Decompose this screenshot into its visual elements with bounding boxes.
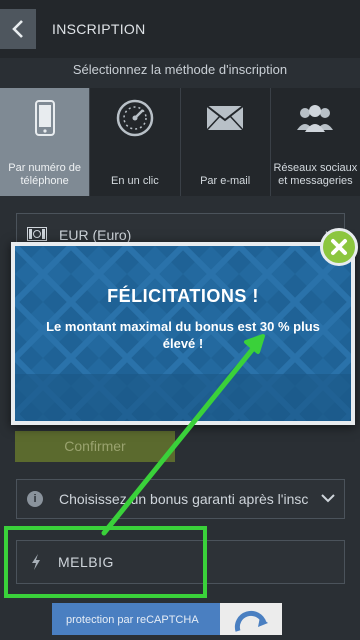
congratulations-dialog: FÉLICITATIONS ! Le montant maximal du bo…: [11, 242, 355, 425]
tab-phone[interactable]: Par numéro de téléphone: [0, 88, 91, 196]
registration-methods: Par numéro de téléphone En un clic Par e…: [0, 88, 360, 196]
recaptcha-label: protection par reCAPTCHA: [66, 614, 199, 626]
top-bar: INSCRIPTION: [0, 0, 360, 58]
tab-phone-label: Par numéro de téléphone: [8, 162, 81, 187]
method-prompt: Sélectionnez la méthode d'inscription: [72, 62, 288, 77]
page-title: INSCRIPTION: [52, 21, 146, 37]
info-icon: i: [27, 491, 43, 507]
recaptcha-badge[interactable]: protection par reCAPTCHA: [52, 603, 282, 635]
tab-one-click-label: En un clic: [111, 175, 159, 187]
close-dialog-button[interactable]: [320, 228, 358, 266]
tab-email[interactable]: Par e-mail: [180, 88, 271, 196]
envelope-icon: [203, 96, 247, 140]
bonus-select[interactable]: i Choisissez un bonus garanti après l'in…: [16, 479, 345, 519]
people-icon: [293, 96, 337, 140]
promo-highlight: [4, 526, 207, 598]
currency-value: EUR (Euro): [59, 227, 132, 243]
chevron-down-icon: [321, 494, 335, 503]
recaptcha-logo-icon: [220, 603, 282, 635]
back-button[interactable]: [0, 9, 36, 49]
banknote-icon: [27, 227, 47, 241]
tab-email-label: Par e-mail: [200, 175, 251, 187]
speedometer-icon: [113, 96, 157, 140]
dialog-title: FÉLICITATIONS !: [107, 286, 259, 306]
dialog-message: Le montant maximal du bonus est 30 % plu…: [46, 319, 320, 351]
tab-social-label: Réseaux sociaux et messageries: [273, 162, 358, 187]
tab-one-click[interactable]: En un clic: [90, 88, 181, 196]
chevron-left-icon: [12, 20, 23, 38]
confirm-button[interactable]: Confirmer: [15, 431, 175, 462]
tab-social[interactable]: Réseaux sociaux et messageries: [270, 88, 360, 196]
close-icon: [331, 239, 347, 255]
bonus-placeholder: Choisissez un bonus garanti après l'insc…: [59, 491, 309, 507]
phone-icon: [23, 96, 67, 140]
